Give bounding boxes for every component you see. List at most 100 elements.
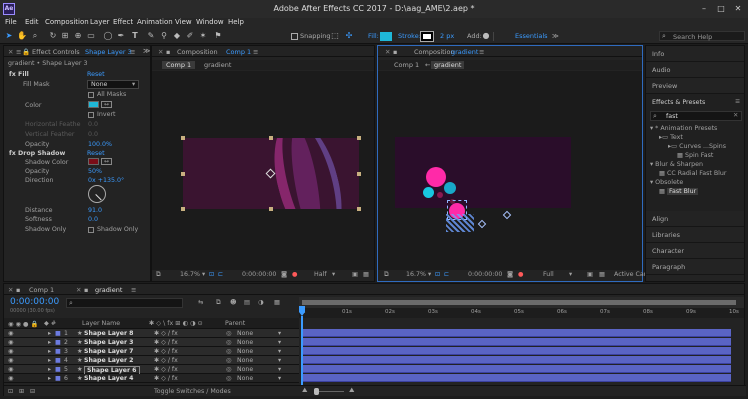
fx-icon[interactable]: fx (9, 71, 16, 78)
horizontal-feather-value[interactable]: 0.0 (88, 121, 98, 128)
show-channel-icon[interactable]: ● (518, 271, 524, 278)
panel-menu-icon[interactable]: ≡ (131, 286, 136, 294)
mask-toggle-icon[interactable]: ⊏ (218, 271, 223, 278)
effects-search-field[interactable]: ⌕ fast ✕ (650, 111, 742, 121)
stroke-width[interactable]: 2 px (440, 32, 454, 40)
effect-controls-tab[interactable]: Effect Controls (32, 48, 80, 56)
softness-value[interactable]: 0.0 (88, 216, 98, 223)
eyedropper-icon[interactable]: ⇿ (101, 158, 112, 165)
zoom-out-icon[interactable]: ⛰ (302, 387, 307, 395)
menu-help[interactable]: Help (228, 18, 244, 26)
subtab-gradient[interactable]: gradient (431, 61, 465, 69)
close-panel-icon[interactable]: ✕ (76, 286, 81, 294)
close-panel-icon[interactable]: ✕ (158, 48, 163, 56)
drop-shadow-effect-header[interactable]: fx Drop Shadow (9, 150, 65, 157)
panel-menu-icon[interactable]: ≡ (479, 48, 484, 56)
hand-tool-icon[interactable]: ✋ (17, 31, 27, 41)
layer-duration-bar[interactable] (301, 329, 731, 337)
eyedropper-icon[interactable]: ⇿ (101, 101, 112, 108)
pen-tool-icon[interactable]: ✒ (116, 31, 126, 41)
panel-menu-icon[interactable]: ≡ (253, 48, 258, 56)
gradient-tab-label[interactable]: Composition (414, 48, 455, 56)
gradient-zoom[interactable]: 16.7% (406, 271, 426, 278)
minimize-icon[interactable]: – (697, 3, 711, 15)
workspace-menu-icon[interactable]: ≫ (552, 32, 559, 40)
audio-panel[interactable]: Audio (646, 62, 744, 78)
anchor-point-icon[interactable] (502, 210, 512, 220)
timeline-timecode[interactable]: 0:00:00:00 (10, 297, 59, 307)
comp1-viewport[interactable] (152, 71, 374, 270)
add-property-icon[interactable]: ● (481, 31, 491, 41)
cyan-circle-small[interactable] (444, 182, 456, 194)
selection-handle[interactable] (357, 172, 361, 176)
lock-icon[interactable]: 🔒 (22, 48, 30, 56)
maximize-icon[interactable]: □ (714, 3, 728, 15)
zoom-tool-icon[interactable]: ⌕ (30, 31, 40, 41)
panel-options-icon[interactable]: ≡ (130, 48, 135, 56)
chevron-down-icon[interactable]: ▾ (202, 271, 205, 278)
layer-name-column[interactable]: Layer Name (82, 320, 120, 327)
paragraph-panel[interactable]: Paragraph (646, 259, 744, 275)
effects-tree-item[interactable]: ▾ * Animation Presets (650, 125, 717, 132)
effects-tree-item[interactable]: ▦ CC Radial Fast Blur (659, 170, 727, 177)
menu-view[interactable]: View (175, 18, 192, 26)
shadow-only-checkbox[interactable] (88, 227, 94, 233)
parent-value[interactable]: None (237, 375, 253, 382)
menu-effect[interactable]: Effect (113, 18, 133, 26)
effects-tree-item[interactable]: ▾ Obsolete (650, 179, 683, 186)
pan-behind-tool-icon[interactable]: ⊕ (73, 31, 83, 41)
anchor-point-icon[interactable] (477, 219, 487, 229)
gradient-tab-name[interactable]: gradient (451, 48, 478, 56)
effects-tree-item[interactable]: ▦ Fast Blur (659, 188, 699, 195)
parent-value[interactable]: None (237, 357, 253, 364)
composition-mini-flowchart-icon[interactable]: ⇆ (198, 299, 203, 306)
comp1-zoom[interactable]: 16.7% (180, 271, 200, 278)
info-panel[interactable]: Info (646, 46, 744, 62)
menu-edit[interactable]: Edit (25, 18, 39, 26)
close-icon[interactable]: ✕ (731, 3, 745, 15)
rectangle-tool-icon[interactable]: ▭ (86, 31, 96, 41)
direction-value[interactable]: 0x +135.0° (88, 177, 124, 184)
workspace-essentials[interactable]: Essentials (515, 32, 548, 40)
work-area-range[interactable] (302, 300, 736, 305)
selection-handle[interactable] (181, 172, 185, 176)
layer-name[interactable]: Shape Layer 2 (84, 357, 134, 364)
work-area-bar[interactable] (299, 297, 744, 308)
comp1-tab-name[interactable]: Comp 1 (226, 48, 251, 56)
layer-row[interactable]: ◉ ▸ ■ 6 ★ Shape Layer 4 ✱ ◇ / fx ◎ None ▾ (4, 374, 299, 383)
puppet-tool-icon[interactable]: ✶ (198, 31, 208, 41)
always-preview-icon[interactable]: ⧉ (156, 271, 161, 279)
chevron-down-icon[interactable]: ▾ (428, 271, 431, 278)
selection-handle[interactable] (357, 136, 361, 140)
layer-row[interactable]: ◉ ▸ ■ 1 ★ Shape Layer 8 ✱ ◇ / fx ◎ None ▾ (4, 329, 299, 338)
transparency-grid-icon[interactable]: ▦ (363, 271, 369, 278)
close-panel-icon[interactable]: ✕ (385, 48, 390, 56)
timeline-tab-comp1[interactable]: Comp 1 (29, 286, 54, 294)
distance-value[interactable]: 91.0 (88, 207, 102, 214)
lock-icon[interactable]: ▪ (166, 48, 170, 56)
parent-value[interactable]: None (237, 366, 253, 373)
fill-reset[interactable]: Reset (87, 71, 105, 78)
brush-tool-icon[interactable]: ✎ (146, 31, 156, 41)
timeline-tab-gradient[interactable]: gradient (95, 286, 122, 294)
selection-handle[interactable] (357, 207, 361, 211)
subtab-gradient[interactable]: gradient (204, 61, 231, 69)
type-tool-icon[interactable]: T (130, 31, 140, 41)
lock-icon[interactable]: ▪ (16, 286, 20, 294)
effects-tree-item[interactable]: ▦ Spin Fast (677, 152, 713, 159)
snapshot-icon[interactable]: ◙ (281, 271, 287, 278)
timeline-search-field[interactable]: ⌕ (66, 298, 183, 308)
layer-row[interactable]: ◉ ▸ ■ 5 ★ Shape Layer 6 ✱ ◇ / fx ◎ None ▾ (4, 365, 299, 375)
lock-icon[interactable]: ▪ (84, 286, 88, 294)
layer-name[interactable]: Shape Layer 8 (84, 330, 134, 337)
shadow-color-swatch[interactable] (88, 158, 99, 165)
layer-name[interactable]: Shape Layer 3 (84, 339, 134, 346)
always-preview-icon[interactable]: ⧉ (384, 271, 389, 279)
fill-color-swatch-ec[interactable] (88, 101, 99, 108)
panel-menu-icon[interactable]: ≡ (16, 48, 21, 56)
draft-3d-icon[interactable]: ⧉ (216, 299, 221, 307)
stroke-color-swatch[interactable] (420, 31, 434, 42)
frame-blending-icon[interactable]: ▤ (244, 299, 250, 306)
menu-layer[interactable]: Layer (90, 18, 110, 26)
show-channel-icon[interactable]: ● (292, 271, 298, 278)
